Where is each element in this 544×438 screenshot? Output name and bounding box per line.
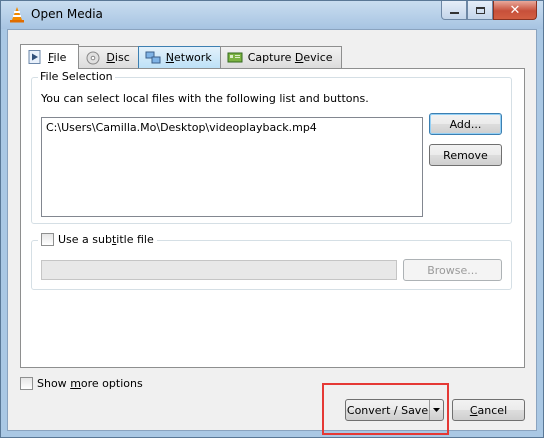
use-subtitle-label: Use a subtitle file [58, 233, 154, 246]
minimize-icon [449, 11, 459, 14]
remove-file-button[interactable]: Remove [429, 144, 502, 166]
browse-subtitle-button: Browse... [403, 259, 502, 281]
window-title: Open Media [31, 7, 103, 21]
disc-icon [86, 51, 100, 64]
tab-disc[interactable]: Disc [78, 46, 139, 68]
list-item[interactable]: C:\Users\Camilla.Mo\Desktop\videoplaybac… [46, 121, 418, 134]
minimize-button[interactable] [441, 1, 467, 20]
remove-file-button-label: Remove [443, 148, 488, 162]
network-icon [145, 51, 161, 63]
tab-capture-device-label: Capture Device [247, 51, 333, 64]
show-more-options-checkbox[interactable]: Show more options [20, 377, 143, 390]
tab-file[interactable]: File [20, 44, 80, 69]
add-file-button[interactable]: Add... [429, 113, 502, 135]
file-list[interactable]: C:\Users\Camilla.Mo\Desktop\videoplaybac… [41, 117, 423, 217]
tab-capture-device[interactable]: Capture Device [219, 46, 342, 68]
file-play-icon [28, 50, 41, 64]
file-selection-group: File Selection You can select local file… [31, 70, 512, 224]
use-subtitle-checkbox[interactable]: Use a subtitle file [38, 233, 157, 246]
show-more-options-label: Show more options [37, 377, 143, 390]
tab-network-label: Network [165, 51, 212, 64]
add-file-button-label: Add... [449, 117, 482, 131]
tab-strip: File Disc Network Capture Device [20, 44, 342, 69]
title-bar[interactable]: Open Media ✕ [1, 1, 543, 29]
vlc-cone-icon [10, 7, 24, 23]
file-selection-description: You can select local files with the foll… [41, 92, 369, 105]
capture-card-icon [227, 52, 243, 62]
file-tab-panel: File Selection You can select local file… [20, 68, 525, 368]
close-button[interactable]: ✕ [493, 1, 537, 20]
caption-buttons: ✕ [441, 1, 537, 21]
close-icon: ✕ [509, 2, 521, 18]
tab-network[interactable]: Network [137, 46, 221, 68]
cancel-button[interactable]: Cancel [452, 399, 525, 421]
maximize-icon [475, 6, 485, 14]
subtitle-group: Use a subtitle file Browse... [31, 233, 512, 290]
dialog-body: File Disc Network Capture Device File Se… [7, 29, 537, 431]
tab-file-label: File [48, 50, 67, 64]
cancel-button-label: Cancel [469, 403, 508, 417]
highlight-box [322, 383, 449, 435]
use-subtitle-checkbox-box[interactable] [41, 233, 54, 246]
file-selection-title: File Selection [38, 70, 115, 83]
subtitle-path-input [41, 260, 397, 280]
open-media-window: Open Media ✕ File Disc Network Capture D… [0, 0, 544, 438]
browse-subtitle-button-label: Browse... [427, 263, 478, 277]
tab-disc-label: Disc [106, 51, 130, 64]
maximize-button[interactable] [467, 1, 493, 20]
show-more-options-checkbox-box[interactable] [20, 377, 33, 390]
